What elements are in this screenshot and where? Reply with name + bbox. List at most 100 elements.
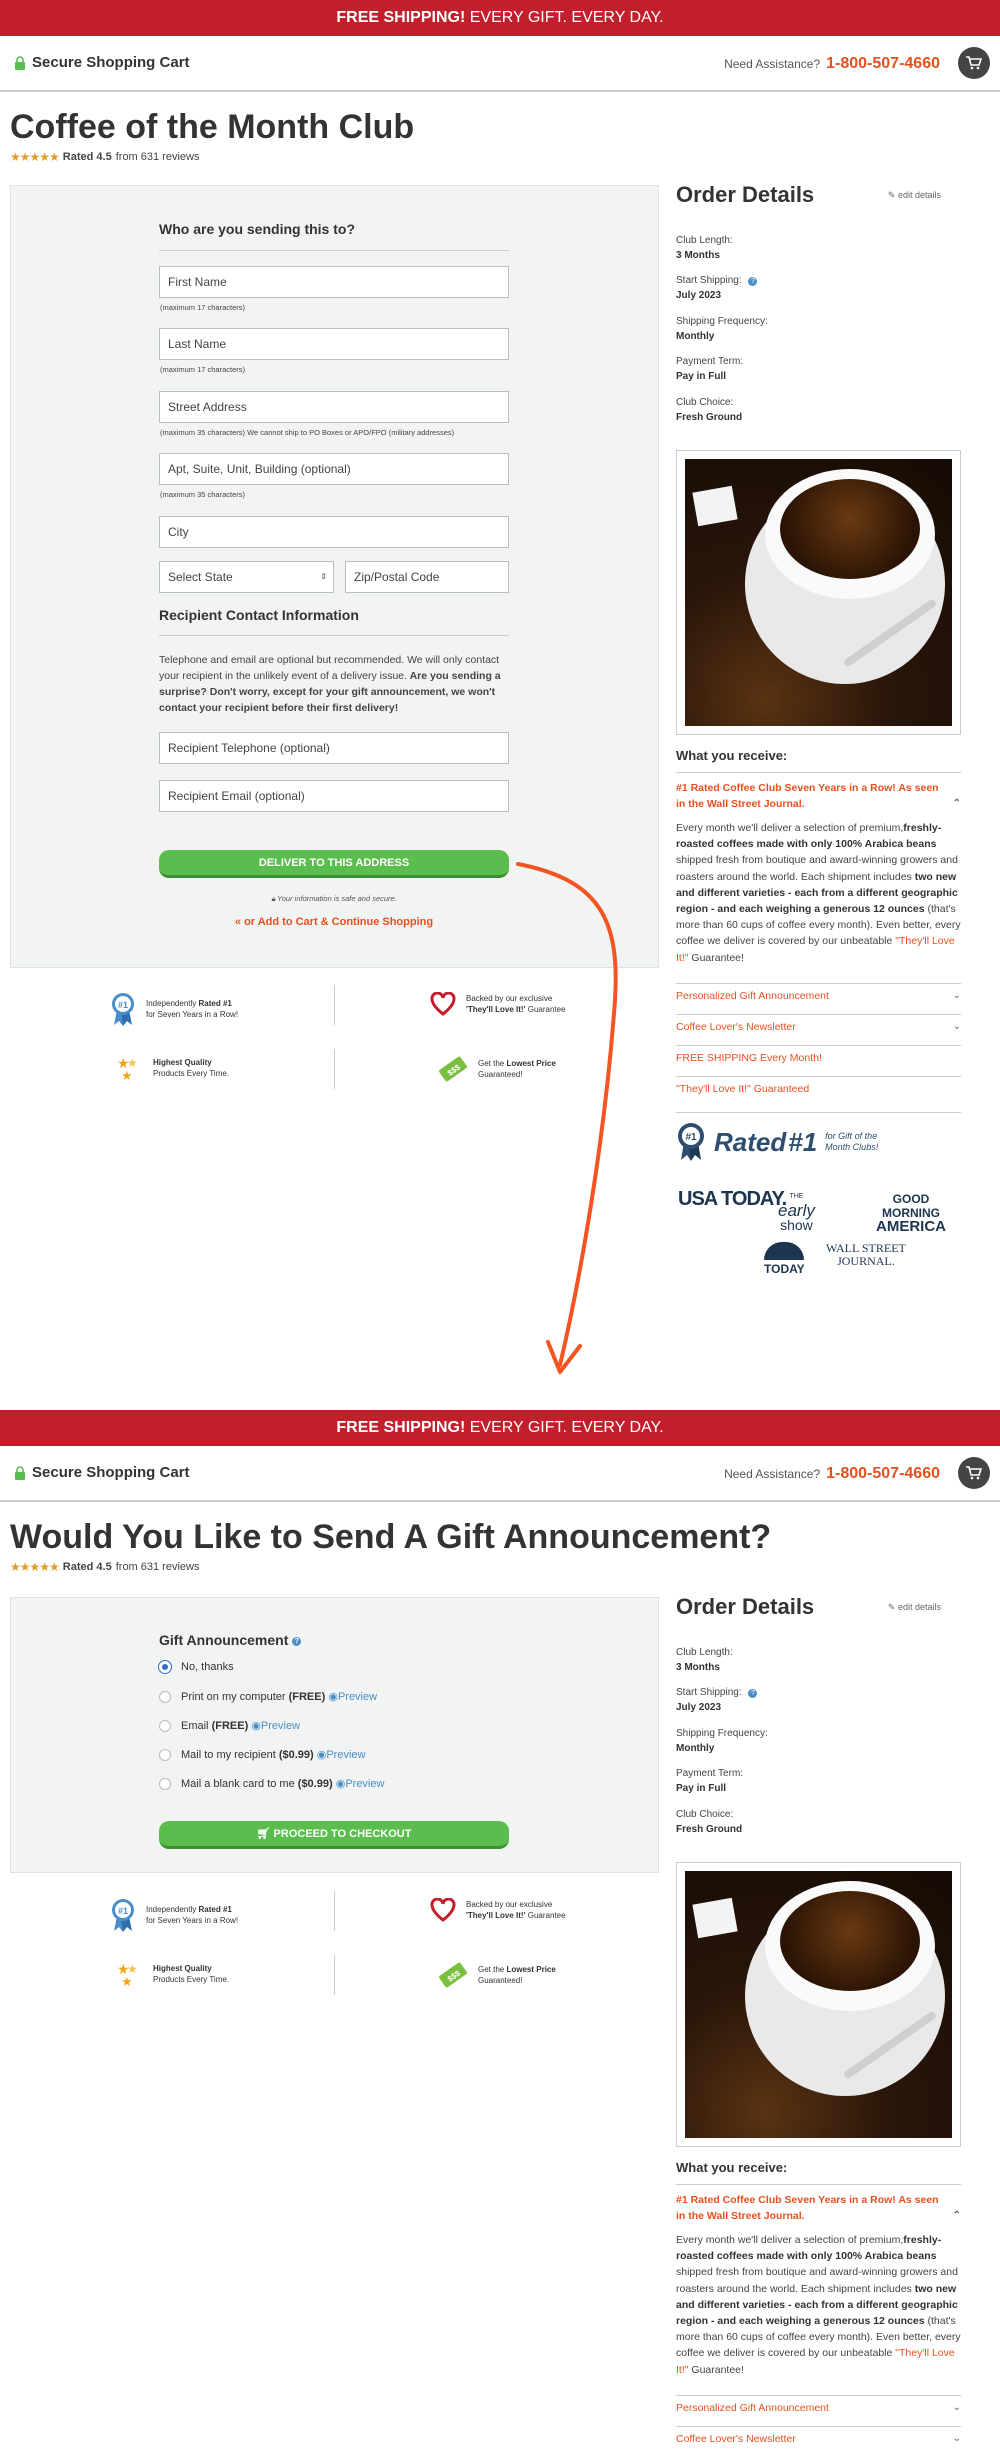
- svg-text:#1: #1: [118, 1906, 128, 1916]
- option-mail-recipient[interactable]: Mail to my recipient ($0.99) ◉Preview: [159, 1748, 365, 1761]
- banner-rest: EVERY GIFT. EVERY DAY.: [465, 1419, 664, 1436]
- start-label-text: Start Shipping:: [676, 1687, 742, 1698]
- preview-link[interactable]: ◉Preview: [328, 1691, 377, 1703]
- rating-summary: ★★★★★ Rated 4.5 from 631 reviews: [10, 1560, 199, 1574]
- opt5-b: ($0.99): [297, 1778, 333, 1790]
- lock-icon: [15, 1465, 25, 1480]
- order-details-panel: Order Details ✎ edit details Club Length…: [676, 1592, 961, 2451]
- gift-announcement-title: Gift Announcement ?: [159, 1632, 302, 1648]
- cart-button[interactable]: [958, 1457, 990, 1489]
- radio-icon[interactable]: [159, 1777, 171, 1790]
- product-image: [676, 1862, 961, 2147]
- rated-post: for Seven Years in a Row!: [146, 1916, 239, 1925]
- radio-icon[interactable]: [159, 1748, 171, 1761]
- preview-text: Preview: [345, 1778, 385, 1790]
- opt1-text: No, thanks: [181, 1661, 234, 1673]
- rated-badge: #1 Independently Rated #1 for Seven Years…: [110, 1898, 238, 1932]
- acc1-p4: Guarantee!: [688, 2363, 744, 2376]
- club-length-label: Club Length:: [676, 1647, 733, 1658]
- start-shipping-label: Start Shipping: ?: [676, 1687, 758, 1698]
- divider: [676, 2184, 961, 2185]
- backed-pre: Backed by our exclusive: [466, 1900, 553, 1909]
- accordion-rated-header[interactable]: #1 Rated Coffee Club Seven Years in a Ro…: [676, 2192, 961, 2224]
- secure-cart-text: Secure Shopping Cart: [32, 1464, 190, 1481]
- eye-icon: ◉: [335, 1778, 346, 1790]
- option-email[interactable]: Email (FREE) ◉Preview: [159, 1719, 300, 1732]
- backed-post: Guarantee: [525, 1911, 566, 1920]
- rated-bold: Rated #1: [198, 1905, 232, 1914]
- guarantee-badge: Backed by our exclusive 'They'll Love It!…: [430, 1898, 566, 1922]
- option-no-thanks[interactable]: No, thanks: [159, 1661, 234, 1673]
- opt2-b: (FREE): [288, 1691, 326, 1703]
- help-icon[interactable]: ?: [748, 1689, 758, 1698]
- trust-badges: #1 Independently Rated #1 for Seven Years…: [10, 1888, 659, 2018]
- frequency-value: Monthly: [676, 1743, 715, 1754]
- cart-icon: [966, 1466, 982, 1480]
- svg-text:★: ★: [121, 1974, 133, 1988]
- eye-icon: ◉: [251, 1720, 261, 1732]
- frequency-label: Shipping Frequency:: [676, 1728, 768, 1739]
- edit-details-link[interactable]: ✎ edit details: [888, 1602, 941, 1613]
- page-title: Would You Like to Send A Gift Announceme…: [10, 1518, 772, 1556]
- price-post: Guaranteed!: [478, 1976, 523, 1985]
- what-you-receive-title: What you receive:: [676, 2160, 788, 2175]
- site-header: Secure Shopping Cart Need Assistance? 1-…: [0, 1446, 1000, 1502]
- opt4-b: ($0.99): [278, 1749, 314, 1761]
- option-print[interactable]: Print on my computer (FREE) ◉Preview: [159, 1690, 377, 1703]
- help-icon[interactable]: ?: [292, 1636, 302, 1646]
- preview-text: Preview: [326, 1749, 366, 1761]
- club-length-value: 3 Months: [676, 1662, 720, 1673]
- backed-bold: 'They'll Love It!': [466, 1911, 526, 1920]
- option-mail-blank[interactable]: Mail a blank card to me ($0.99) ◉Preview: [159, 1777, 384, 1790]
- order-details-title: Order Details: [676, 1594, 815, 1619]
- preview-link[interactable]: ◉Preview: [251, 1720, 300, 1732]
- checkout-text: PROCEED TO CHECKOUT: [273, 1828, 412, 1840]
- eye-icon: ◉: [316, 1749, 327, 1761]
- price-badge: $$$ Get the Lowest Price Guaranteed!: [438, 1960, 556, 1990]
- radio-icon[interactable]: [159, 1719, 171, 1732]
- payment-term-label: Payment Term:: [676, 1768, 744, 1779]
- free-shipping-banner: FREE SHIPPING! EVERY GIFT. EVERY DAY.: [0, 1410, 1000, 1446]
- acc3-text: Coffee Lover's Newsletter: [676, 2433, 796, 2445]
- preview-link[interactable]: ◉Preview: [317, 1749, 366, 1761]
- quality-badge: ★ ★ ★ Highest Quality Products Every Time.: [115, 1960, 229, 1988]
- divider: [334, 1891, 335, 1931]
- secure-cart-label: Secure Shopping Cart: [14, 1464, 190, 1481]
- opt5-a: Mail a blank card to me: [181, 1778, 298, 1790]
- assistance: Need Assistance? 1-800-507-4660: [724, 1465, 940, 1483]
- eye-icon: ◉: [328, 1691, 338, 1703]
- proceed-to-checkout-button[interactable]: 🛒︎ PROCEED TO CHECKOUT: [159, 1821, 509, 1849]
- preview-text: Preview: [337, 1691, 378, 1703]
- stars-icon: ★★★: [117, 1961, 138, 1988]
- chevron-up-icon: ⌃: [952, 2210, 961, 2221]
- flow-arrow-icon: [516, 862, 618, 1374]
- accordion-gift-announcement[interactable]: Personalized Gift Announcement ⌄: [676, 2395, 961, 2414]
- pencil-icon: ✎: [887, 1602, 898, 1612]
- preview-link[interactable]: ◉Preview: [336, 1778, 385, 1790]
- chevron-down-icon: ⌄: [952, 2402, 961, 2413]
- accordion-rated-body: Every month we'll deliver a selection of…: [676, 2232, 961, 2378]
- step-gift-announcement-screen: FREE SHIPPING! EVERY GIFT. EVERY DAY. Se…: [0, 1410, 1000, 2451]
- star-rating-icon: ★★★★★: [10, 1560, 60, 1574]
- price-tag-icon: $$$: [439, 1962, 467, 1988]
- opt3-b: (FREE): [211, 1720, 249, 1732]
- price-bold: Lowest Price: [506, 1965, 556, 1974]
- accordion-newsletter[interactable]: Coffee Lover's Newsletter ⌄: [676, 2426, 961, 2445]
- phone-link[interactable]: 1-800-507-4660: [826, 1465, 940, 1483]
- heart-icon: [430, 1898, 456, 1922]
- edit-details-text: edit details: [897, 1602, 941, 1612]
- radio-selected-icon[interactable]: [159, 1661, 171, 1673]
- quality-post: Products Every Time.: [153, 1975, 230, 1984]
- acc1-p1: Every month we'll deliver a selection of…: [676, 2234, 904, 2246]
- start-shipping-value: July 2023: [676, 1702, 722, 1713]
- price-pre: Get the: [478, 1965, 507, 1974]
- opt3-a: Email: [181, 1720, 212, 1732]
- rating-count: from 631 reviews: [115, 1561, 200, 1573]
- preview-text: Preview: [260, 1720, 301, 1732]
- divider: [334, 1955, 335, 1995]
- radio-icon[interactable]: [159, 1690, 171, 1703]
- cart-icon: 🛒︎: [256, 1828, 274, 1840]
- gift-announcement-form: Gift Announcement ? No, thanks Print on …: [10, 1597, 659, 1873]
- opt4-a: Mail to my recipient: [181, 1749, 279, 1761]
- assist-label: Need Assistance?: [724, 1467, 821, 1481]
